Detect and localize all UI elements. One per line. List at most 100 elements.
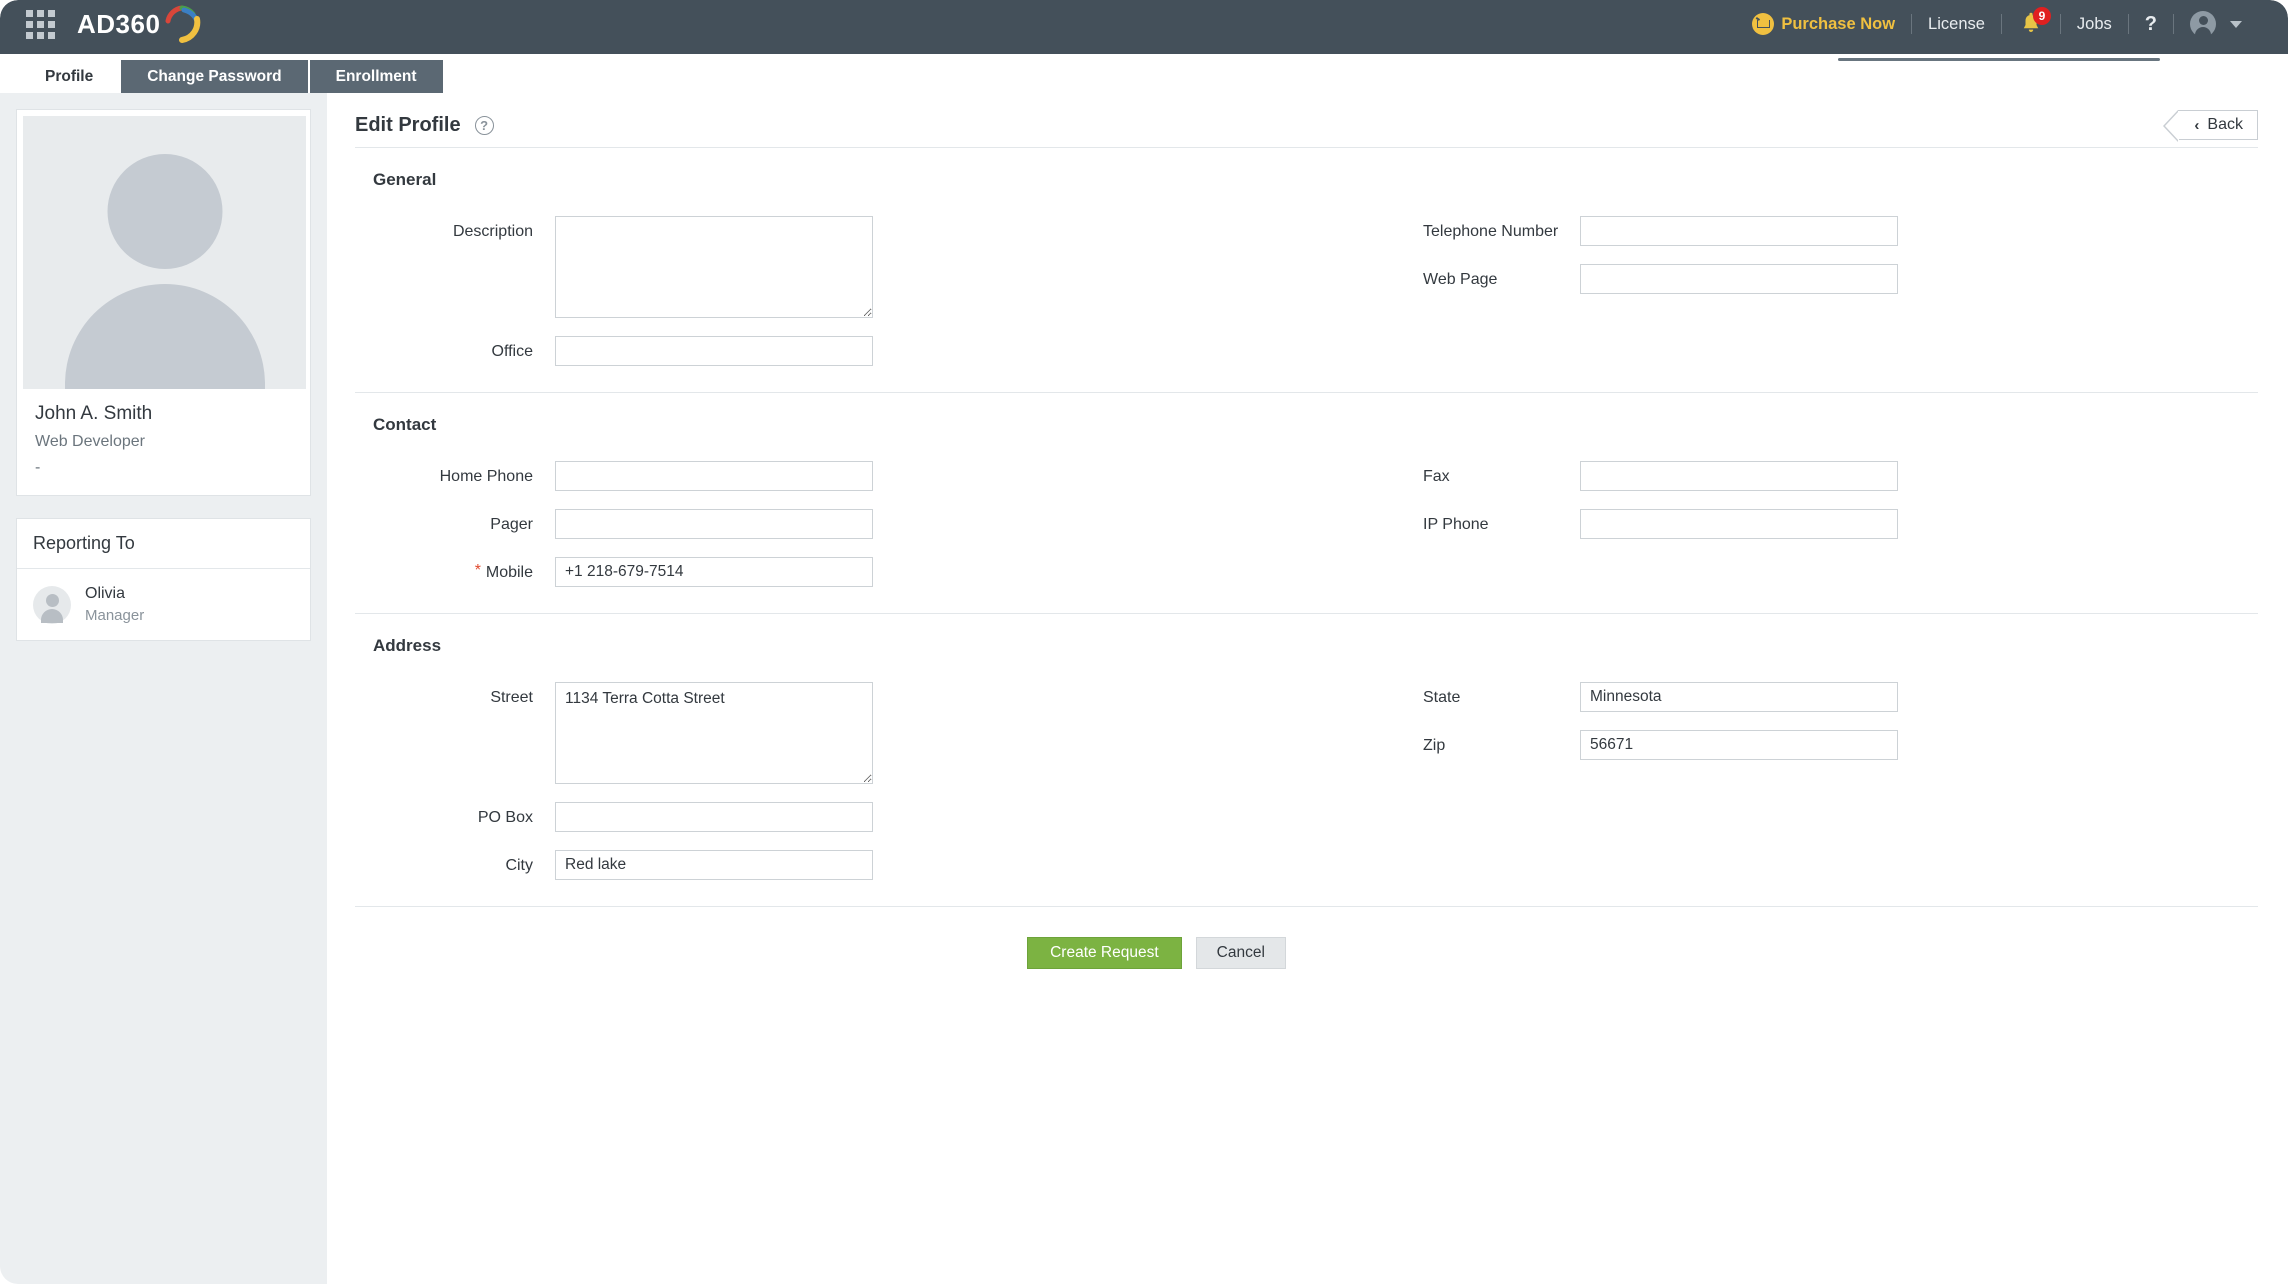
profile-extra: - [35,459,292,477]
grid-apps-icon[interactable] [26,10,55,39]
city-input[interactable] [555,850,873,880]
license-label: License [1928,15,1985,34]
field-state-label: State [1395,682,1580,707]
field-web-page: Web Page [1395,264,2255,294]
field-mobile: Mobile [355,557,1395,587]
question-mark-icon: ? [2145,13,2157,36]
avatar-body-shape [65,284,265,389]
tab-profile-label: Profile [45,68,93,86]
zip-input[interactable] [1580,730,1898,760]
profile-meta: John A. Smith Web Developer - [23,389,304,495]
ip-phone-input[interactable] [1580,509,1898,539]
address-right-column: State Zip [1395,682,2255,898]
content-header: Edit Profile ? ‹ Back [355,93,2258,147]
tab-profile[interactable]: Profile [19,60,119,93]
street-textarea[interactable]: 1134 Terra Cotta Street [555,682,873,784]
field-office-label: Office [355,336,555,361]
web-page-input[interactable] [1580,264,1898,294]
field-city: City [355,850,1395,880]
field-home-phone: Home Phone [355,461,1395,491]
field-zip: Zip [1395,730,2255,760]
manager-info: Olivia Manager [85,585,144,624]
field-po-box: PO Box [355,802,1395,832]
general-right-column: Telephone Number Web Page [1395,216,2255,384]
tab-change-password[interactable]: Change Password [121,60,307,93]
field-mobile-label: Mobile [355,557,555,582]
section-contact: Contact Home Phone Pager Mobile [355,393,2258,614]
fax-input[interactable] [1580,461,1898,491]
chevron-left-icon: ‹ [2194,117,2199,134]
profile-name: John A. Smith [35,403,292,425]
user-menu-button[interactable] [2174,11,2258,37]
tab-change-password-label: Change Password [147,68,281,86]
header-right-group: Purchase Now License 9 Jobs [1736,0,2258,48]
main-content: Edit Profile ? ‹ Back General Descriptio… [327,93,2288,1284]
jobs-link[interactable]: Jobs [2061,11,2128,37]
reporting-to-person[interactable]: Olivia Manager [17,569,310,640]
manager-avatar-icon [33,586,71,624]
contact-right-column: Fax IP Phone [1395,461,2255,605]
field-office: Office [355,336,1395,366]
field-city-label: City [355,850,555,875]
page-help-icon[interactable]: ? [475,116,494,135]
section-address-columns: Street 1134 Terra Cotta Street PO Box Ci… [355,682,2258,898]
tab-enrollment-label: Enrollment [336,68,417,86]
help-button[interactable]: ? [2129,11,2173,37]
logo-swoosh-icon [162,5,202,43]
pager-input[interactable] [555,509,873,539]
description-textarea[interactable] [555,216,873,318]
section-contact-title: Contact [373,415,2258,435]
field-ip-phone-label: IP Phone [1395,509,1580,534]
home-phone-input[interactable] [555,461,873,491]
jobs-label: Jobs [2077,15,2112,34]
field-telephone-number-label: Telephone Number [1395,216,1580,241]
field-home-phone-label: Home Phone [355,461,555,486]
page-title: Edit Profile [355,114,461,137]
profile-photo-card: John A. Smith Web Developer - [16,109,311,496]
chevron-down-icon [2230,21,2242,28]
notifications-button[interactable]: 9 [2002,11,2060,37]
reporting-to-title: Reporting To [17,519,310,569]
section-general-columns: Description Office Telephone Number [355,216,2258,384]
field-state: State [1395,682,2255,712]
create-request-button[interactable]: Create Request [1027,937,1182,969]
tab-enrollment[interactable]: Enrollment [310,60,443,93]
bell-icon: 9 [2018,11,2044,37]
cancel-button[interactable]: Cancel [1196,937,1286,969]
field-telephone-number: Telephone Number [1395,216,2255,246]
manager-name: Olivia [85,585,144,603]
field-pager-label: Pager [355,509,555,534]
body-area: John A. Smith Web Developer - Reporting … [0,93,2288,1284]
license-link[interactable]: License [1912,11,2001,37]
notification-badge: 9 [2033,7,2051,25]
po-box-input[interactable] [555,802,873,832]
purchase-now-button[interactable]: Purchase Now [1736,11,1911,37]
back-button[interactable]: ‹ Back [2178,110,2258,140]
office-input[interactable] [555,336,873,366]
app-window: AD360 Purchase Now License [0,0,2288,1284]
section-general-title: General [373,170,2258,190]
contact-left-column: Home Phone Pager Mobile [355,461,1395,605]
address-left-column: Street 1134 Terra Cotta Street PO Box Ci… [355,682,1395,898]
telephone-number-input[interactable] [1580,216,1898,246]
tab-bar: Profile Change Password Enrollment [19,60,443,93]
form-actions: Create Request Cancel [55,907,2258,969]
purchase-now-label: Purchase Now [1781,15,1895,34]
field-description: Description [355,216,1395,318]
field-street: Street 1134 Terra Cotta Street [355,682,1395,784]
mobile-input[interactable] [555,557,873,587]
header-left-group: AD360 [0,0,202,48]
avatar-head-shape [107,154,222,269]
field-web-page-label: Web Page [1395,264,1580,289]
back-button-label: Back [2207,116,2243,134]
user-avatar-icon [2190,11,2216,37]
manager-role: Manager [85,607,144,624]
field-fax-label: Fax [1395,461,1580,486]
cart-icon [1752,13,1774,35]
field-pager: Pager [355,509,1395,539]
field-fax: Fax [1395,461,2255,491]
state-input[interactable] [1580,682,1898,712]
top-header: AD360 Purchase Now License [0,0,2288,54]
section-general: General Description Office [355,148,2258,393]
app-logo[interactable]: AD360 [77,5,202,43]
